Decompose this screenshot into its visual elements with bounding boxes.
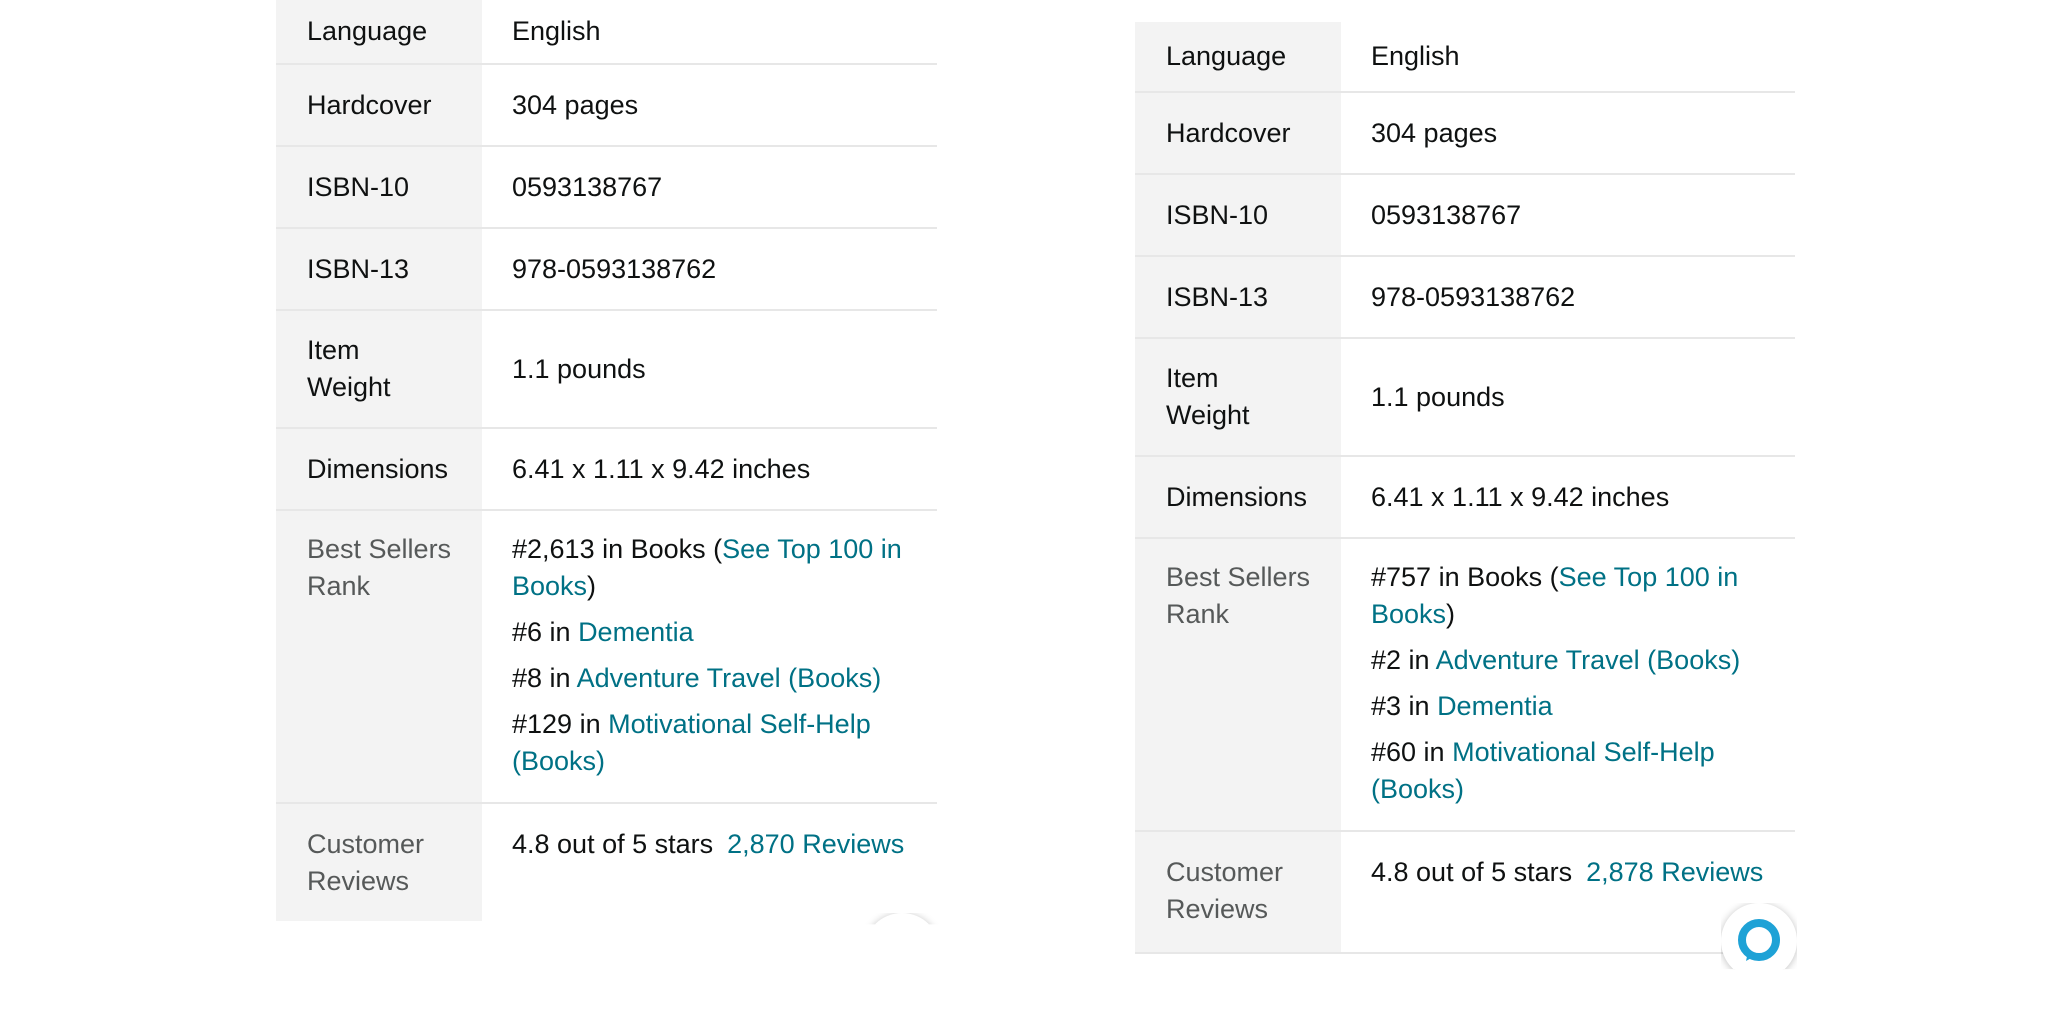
rank-text: #8 in (512, 663, 577, 693)
category-link[interactable]: Adventure Travel (Books) (577, 663, 882, 693)
detail-row-best-sellers-rank: Best Sellers Rank #757 in Books (See Top … (1135, 538, 1795, 832)
detail-row-isbn13: ISBN-13 978-0593138762 (1135, 256, 1795, 339)
alexa-icon (1738, 919, 1780, 961)
detail-value: 978-0593138762 (1341, 256, 1795, 339)
rating-text: 4.8 out of 5 stars (512, 829, 714, 859)
rank-text: #757 in Books ( (1371, 562, 1559, 592)
detail-value: 6.41 x 1.11 x 9.42 inches (482, 428, 937, 511)
detail-label: Hardcover (1135, 92, 1341, 175)
rank-item: #2 in Adventure Travel (Books) (1371, 642, 1775, 679)
rank-text: #2,613 in Books ( (512, 534, 723, 564)
product-details-table: Language English Hardcover 304 pages ISB… (276, 0, 937, 921)
rank-main: #757 in Books (See Top 100 in Books) (1371, 559, 1775, 633)
reviews-count-link[interactable]: 2,870 Reviews (727, 829, 904, 859)
detail-label: Best Sellers Rank (276, 510, 482, 804)
detail-row-isbn10: ISBN-10 0593138767 (1135, 174, 1795, 257)
rank-item: #129 in Motivational Self-Help (Books) (512, 706, 917, 780)
label-line: Customer (307, 829, 425, 859)
detail-label: Dimensions (276, 428, 482, 511)
detail-value: 6.41 x 1.11 x 9.42 inches (1341, 456, 1795, 539)
detail-row-hardcover: Hardcover 304 pages (276, 64, 937, 147)
product-details-panel-left: Language English Hardcover 304 pages ISB… (276, 0, 937, 921)
alexa-button[interactable] (864, 913, 940, 975)
detail-value: 1.1 pounds (1341, 338, 1795, 457)
rating-text: 4.8 out of 5 stars (1371, 857, 1573, 887)
detail-label: Hardcover (276, 64, 482, 147)
detail-row-language: Language English (276, 0, 937, 65)
detail-value: 0593138767 (1341, 174, 1795, 257)
detail-value: 0593138767 (482, 146, 937, 229)
rank-text: #60 in (1371, 737, 1453, 767)
detail-row-hardcover: Hardcover 304 pages (1135, 92, 1795, 175)
alexa-button[interactable] (1721, 903, 1797, 970)
detail-row-dimensions: Dimensions 6.41 x 1.11 x 9.42 inches (1135, 456, 1795, 539)
rank-item: #8 in Adventure Travel (Books) (512, 660, 917, 697)
label-line: Rank (307, 571, 371, 601)
detail-row-dimensions: Dimensions 6.41 x 1.11 x 9.42 inches (276, 428, 937, 511)
detail-label: ISBN-10 (1135, 174, 1341, 257)
label-line: Best Sellers (1166, 562, 1311, 592)
detail-label: Customer Reviews (276, 803, 482, 921)
category-link[interactable]: Dementia (578, 617, 694, 647)
reviews-count-link[interactable]: 2,878 Reviews (1586, 857, 1763, 887)
rank-list: #2,613 in Books (See Top 100 in Books) #… (482, 510, 937, 804)
category-link[interactable]: Dementia (1437, 691, 1553, 721)
detail-label: Dimensions (1135, 456, 1341, 539)
detail-label: Item Weight (1135, 338, 1341, 457)
rank-text: #129 in (512, 709, 609, 739)
rank-list: #757 in Books (See Top 100 in Books) #2 … (1341, 538, 1795, 832)
label-line: Item (1166, 363, 1219, 393)
rank-text: #3 in (1371, 691, 1438, 721)
detail-row-customer-reviews: Customer Reviews 4.8 out of 5 stars 2,870 … (276, 803, 937, 921)
detail-label: ISBN-13 (1135, 256, 1341, 339)
detail-value: 304 pages (1341, 92, 1795, 175)
detail-value: 1.1 pounds (482, 310, 937, 429)
label-line: Reviews (1166, 894, 1269, 924)
detail-row-customer-reviews: Customer Reviews 4.8 out of 5 stars 2,878 … (1135, 831, 1795, 954)
label-line: Reviews (307, 866, 410, 896)
rank-text: ) (1446, 599, 1456, 629)
rank-text: #2 in (1371, 645, 1436, 675)
label-line: Item (307, 335, 360, 365)
detail-value: 978-0593138762 (482, 228, 937, 311)
detail-label: Item Weight (276, 310, 482, 429)
rank-text: #6 in (512, 617, 579, 647)
detail-label: Language (276, 0, 482, 65)
label-line: Weight (307, 372, 391, 402)
rank-item: #6 in Dementia (512, 614, 917, 651)
rank-item: #60 in Motivational Self-Help (Books) (1371, 734, 1775, 808)
detail-row-language: Language English (1135, 22, 1795, 93)
label-line: Weight (1166, 400, 1250, 430)
detail-value: 304 pages (482, 64, 937, 147)
detail-label: ISBN-13 (276, 228, 482, 311)
detail-label: ISBN-10 (276, 146, 482, 229)
rank-main: #2,613 in Books (See Top 100 in Books) (512, 531, 917, 605)
detail-row-isbn13: ISBN-13 978-0593138762 (276, 228, 937, 311)
detail-row-best-sellers-rank: Best Sellers Rank #2,613 in Books (See To… (276, 510, 937, 804)
product-details-table: Language English Hardcover 304 pages ISB… (1135, 22, 1795, 954)
category-link[interactable]: Adventure Travel (Books) (1436, 645, 1741, 675)
reviews-value: 4.8 out of 5 stars 2,870 Reviews (482, 803, 937, 921)
detail-label: Customer Reviews (1135, 831, 1341, 954)
detail-label: Best Sellers Rank (1135, 538, 1341, 832)
detail-label: Language (1135, 22, 1341, 93)
detail-value: English (1341, 22, 1795, 93)
rank-text: ) (587, 571, 597, 601)
product-details-panel-right: Language English Hardcover 304 pages ISB… (1135, 22, 1795, 968)
rank-item: #3 in Dementia (1371, 688, 1775, 725)
detail-row-item-weight: Item Weight 1.1 pounds (1135, 338, 1795, 457)
detail-row-isbn10: ISBN-10 0593138767 (276, 146, 937, 229)
alexa-icon (878, 927, 926, 975)
label-line: Customer (1166, 857, 1284, 887)
label-line: Rank (1166, 599, 1230, 629)
label-line: Best Sellers (307, 534, 452, 564)
detail-row-item-weight: Item Weight 1.1 pounds (276, 310, 937, 429)
detail-value: English (482, 0, 937, 65)
